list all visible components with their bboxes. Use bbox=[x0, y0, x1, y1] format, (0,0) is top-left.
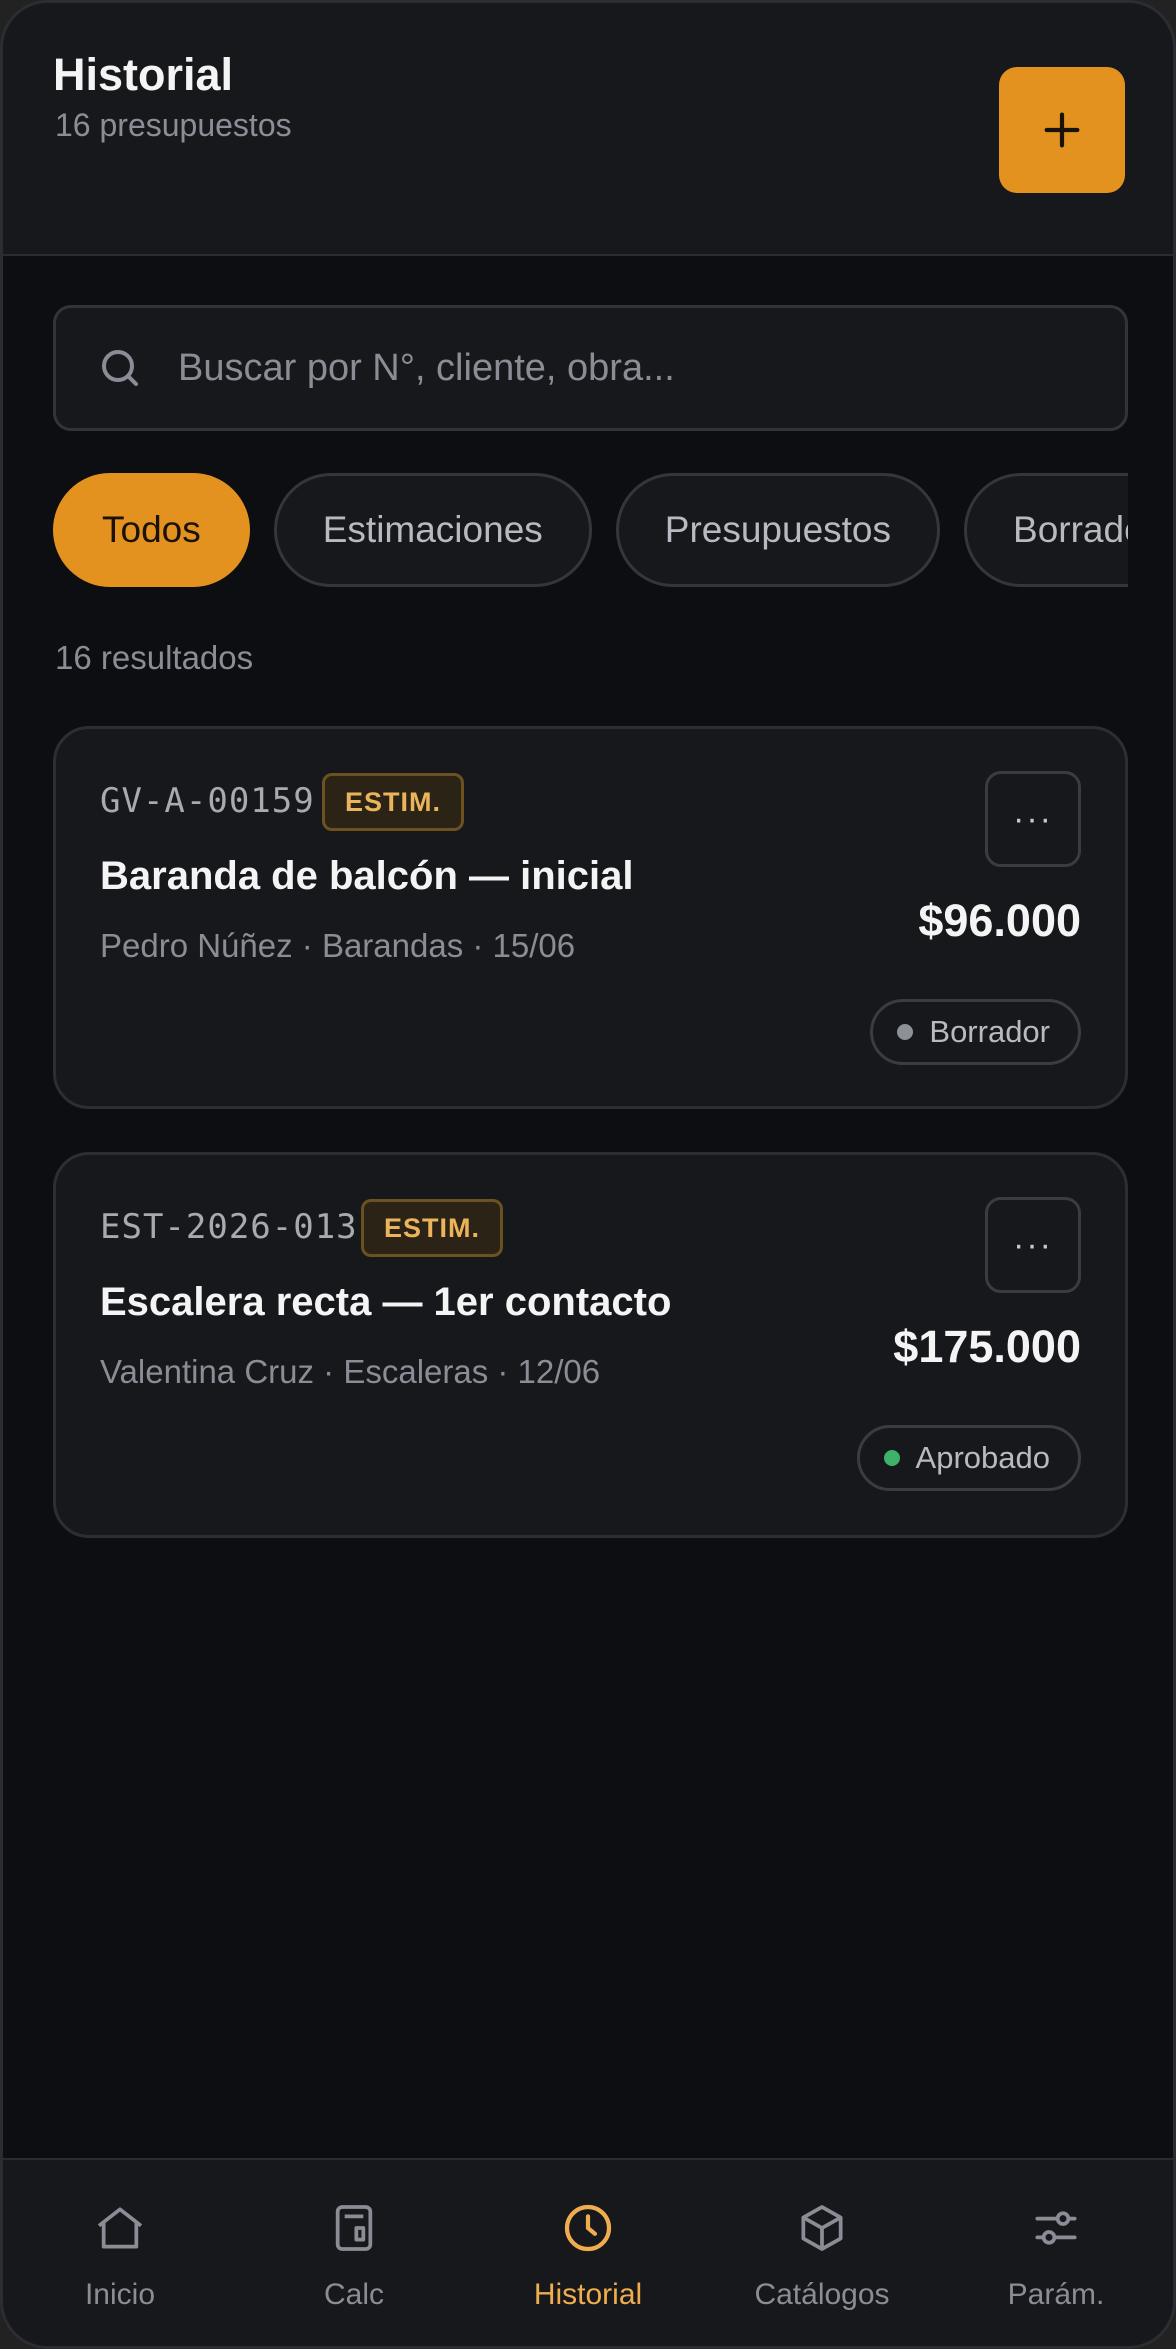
search-bar[interactable] bbox=[53, 305, 1128, 431]
status-dot bbox=[897, 1024, 914, 1040]
app-frame: Historial 16 presupuestos Todos Estimaci… bbox=[0, 0, 1176, 2349]
status-label: Aprobado bbox=[915, 1440, 1050, 1475]
results-count: 16 resultados bbox=[55, 639, 254, 676]
page-subtitle: 16 presupuestos bbox=[55, 107, 292, 143]
filter-chips: Todos Estimaciones Presupuestos Borrador… bbox=[53, 473, 1128, 589]
budget-code: GV-A-00159 bbox=[100, 781, 315, 821]
box-icon bbox=[801, 2205, 843, 2251]
more-icon: ··· bbox=[1013, 799, 1053, 838]
calculator-icon bbox=[335, 2205, 373, 2251]
clock-icon bbox=[564, 2204, 612, 2252]
tab-label: Historial bbox=[533, 2278, 643, 2311]
tab-label: Parám. bbox=[1007, 2278, 1105, 2311]
status-badge: Aprobado bbox=[856, 1425, 1081, 1491]
type-badge: ESTIM. bbox=[322, 773, 465, 831]
tab-historial[interactable]: Historial bbox=[471, 2160, 705, 2346]
status-label: Borrador bbox=[929, 1014, 1050, 1049]
budget-meta: Valentina Cruz · Escaleras · 12/06 bbox=[100, 1353, 601, 1390]
filter-chip-todos[interactable]: Todos bbox=[53, 473, 250, 587]
budget-title: Escalera recta — 1er contacto bbox=[100, 1280, 672, 1324]
tab-calc[interactable]: Calc bbox=[237, 2160, 471, 2346]
top-header: Historial 16 presupuestos bbox=[3, 3, 1173, 256]
budget-code: EST-2026-013 bbox=[100, 1207, 358, 1247]
more-options-button[interactable]: ··· bbox=[985, 1197, 1081, 1293]
tab-label: Catálogos bbox=[754, 2278, 890, 2311]
filter-chip-estimaciones[interactable]: Estimaciones bbox=[273, 473, 592, 587]
search-icon bbox=[102, 350, 138, 386]
search-input[interactable] bbox=[178, 308, 1125, 428]
budget-meta: Pedro Núñez · Barandas · 15/06 bbox=[100, 927, 576, 964]
filter-chip-borradores[interactable]: Borradores bbox=[964, 473, 1128, 587]
page-title: Historial bbox=[53, 49, 234, 100]
more-options-button[interactable]: ··· bbox=[985, 771, 1081, 867]
bottom-tab-bar: Inicio Calc Historial Catálogos Parám. bbox=[3, 2158, 1173, 2346]
plus-icon bbox=[1044, 112, 1080, 148]
type-badge: ESTIM. bbox=[361, 1199, 504, 1257]
status-dot bbox=[883, 1450, 900, 1466]
home-icon bbox=[97, 2207, 143, 2249]
tab-label: Inicio bbox=[84, 2278, 156, 2311]
status-badge: Borrador bbox=[870, 999, 1081, 1065]
filter-chip-presupuestos[interactable]: Presupuestos bbox=[615, 473, 941, 587]
sliders-icon bbox=[1035, 2211, 1077, 2245]
tab-parametros[interactable]: Parám. bbox=[939, 2160, 1173, 2346]
tab-catalogos[interactable]: Catálogos bbox=[705, 2160, 939, 2346]
budget-card[interactable]: GV-A-00159 ESTIM. Baranda de balcón — in… bbox=[53, 726, 1128, 1109]
budget-amount: $96.000 bbox=[918, 895, 1081, 946]
budget-card[interactable]: EST-2026-013 ESTIM. Escalera recta — 1er… bbox=[53, 1152, 1128, 1538]
budget-amount: $175.000 bbox=[893, 1321, 1081, 1372]
budget-title: Baranda de balcón — inicial bbox=[100, 854, 634, 898]
tab-label: Calc bbox=[323, 2278, 384, 2311]
more-icon: ··· bbox=[1013, 1225, 1053, 1264]
add-budget-button[interactable] bbox=[999, 67, 1125, 193]
tab-inicio[interactable]: Inicio bbox=[3, 2160, 237, 2346]
